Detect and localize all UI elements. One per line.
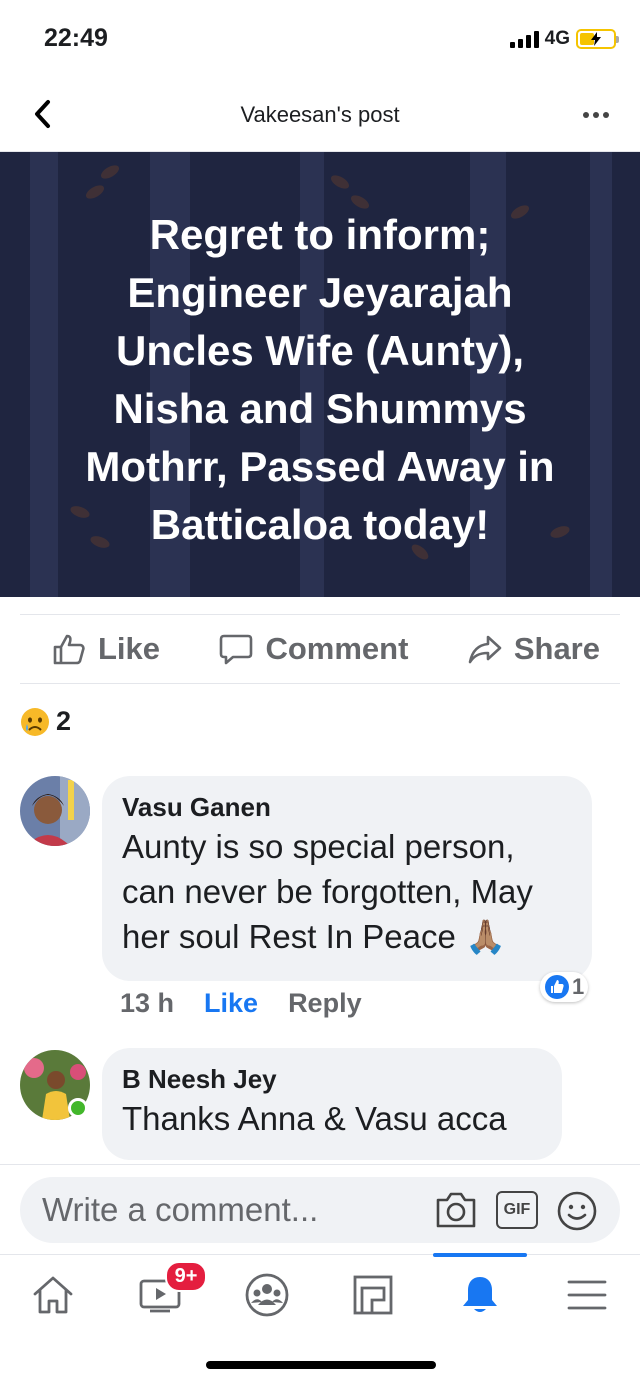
sad-emoji-icon	[21, 707, 49, 736]
like-label: Like	[98, 631, 161, 666]
tab-notifications[interactable]	[427, 1253, 534, 1334]
comment-time: 13 h	[120, 988, 175, 1018]
comment-bubble[interactable]: Vasu Ganen Aunty is so special person, c…	[102, 776, 592, 981]
comment-bubble[interactable]: B Neesh Jey Thanks Anna & Vasu acca	[102, 1048, 562, 1160]
battery-icon	[576, 29, 619, 49]
tab-home[interactable]	[0, 1255, 107, 1334]
bottom-tab-bar: 9+	[0, 1253, 640, 1334]
avatar[interactable]	[20, 776, 90, 846]
post-text: Regret to inform; Engineer Jeyarajah Unc…	[20, 206, 620, 554]
comment-input-placeholder: Write a comment...	[42, 1191, 319, 1228]
tab-pages[interactable]	[320, 1255, 427, 1334]
tab-watch[interactable]: 9+	[107, 1255, 214, 1334]
dot	[593, 112, 599, 118]
post-line: Regret to inform;	[149, 211, 491, 258]
status-indicators: 4G	[509, 28, 619, 50]
page-title: Vakeesan's post	[240, 102, 400, 127]
status-bar: 22:49 4G	[0, 0, 640, 80]
tab-menu[interactable]	[533, 1255, 640, 1334]
comment-label: Comment	[265, 631, 409, 666]
camera-icon[interactable]	[434, 1190, 478, 1230]
groups-icon	[245, 1273, 289, 1316]
reaction-count: 2	[56, 706, 72, 736]
home-indicator	[206, 1361, 436, 1369]
comment-input[interactable]: Write a comment... GIF	[20, 1177, 620, 1243]
top-navigation: Vakeesan's post	[0, 80, 640, 152]
comment-like-button[interactable]: Like	[204, 988, 258, 1019]
comment-line: Aunty is so special person,	[122, 828, 515, 865]
comment-line: can never be forgotten, May	[122, 873, 533, 910]
like-button[interactable]: Like	[52, 631, 160, 667]
like-reaction-icon	[545, 975, 569, 999]
gif-button[interactable]: GIF	[496, 1191, 538, 1229]
tab-groups[interactable]	[213, 1255, 320, 1334]
comment-line: Thanks Anna & Vasu acca	[122, 1100, 507, 1137]
comment-text: Aunty is so special person, can never be…	[122, 824, 572, 959]
bell-icon	[463, 1276, 498, 1312]
online-status-indicator	[68, 1098, 88, 1118]
post-line: Uncles Wife (Aunty),	[116, 327, 524, 374]
comment-composer: Write a comment... GIF	[0, 1164, 640, 1254]
post-line: Engineer Jeyarajah	[127, 269, 513, 316]
share-button[interactable]: Share	[468, 631, 600, 667]
notification-badge: 9+	[164, 1261, 208, 1292]
more-options-button[interactable]	[576, 98, 616, 132]
comment-icon	[220, 634, 253, 665]
post-actions: Like Comment Share	[20, 614, 620, 684]
comment-author[interactable]: Vasu Ganen	[122, 790, 572, 824]
comment-reaction-badge[interactable]: 1	[540, 972, 589, 1002]
comment-text: Thanks Anna & Vasu acca	[122, 1096, 542, 1141]
comment-button[interactable]: Comment	[219, 631, 408, 667]
comment-reaction-count: 1	[572, 974, 585, 999]
pages-icon	[353, 1275, 393, 1314]
network-type: 4G	[544, 28, 570, 49]
share-label: Share	[513, 631, 600, 666]
post-line: Mothrr, Passed Away in	[85, 443, 555, 490]
comment-reply-button[interactable]: Reply	[288, 988, 362, 1019]
comment-item: B Neesh Jey Thanks Anna & Vasu acca	[20, 1048, 620, 1168]
post-banner: Regret to inform; Engineer Jeyarajah Unc…	[0, 152, 640, 597]
menu-icon	[567, 1280, 607, 1309]
dot	[603, 112, 609, 118]
comment-author[interactable]: B Neesh Jey	[122, 1062, 542, 1096]
emoji-icon[interactable]	[556, 1190, 598, 1232]
home-icon	[33, 1276, 73, 1313]
status-time: 22:49	[44, 24, 108, 52]
share-icon	[468, 635, 502, 664]
thumbs-up-icon	[53, 634, 85, 665]
dot	[583, 112, 589, 118]
reaction-summary[interactable]: 2	[20, 706, 71, 737]
comment-item: Vasu Ganen Aunty is so special person, c…	[20, 776, 620, 1019]
signal-icon	[509, 30, 539, 48]
post-line: Nisha and Shummys	[113, 385, 527, 432]
comment-meta: 13 h Like Reply	[120, 988, 362, 1019]
comment-line: her soul Rest In Peace 🙏🏽	[122, 918, 507, 955]
post-line: Batticaloa today!	[150, 501, 490, 548]
